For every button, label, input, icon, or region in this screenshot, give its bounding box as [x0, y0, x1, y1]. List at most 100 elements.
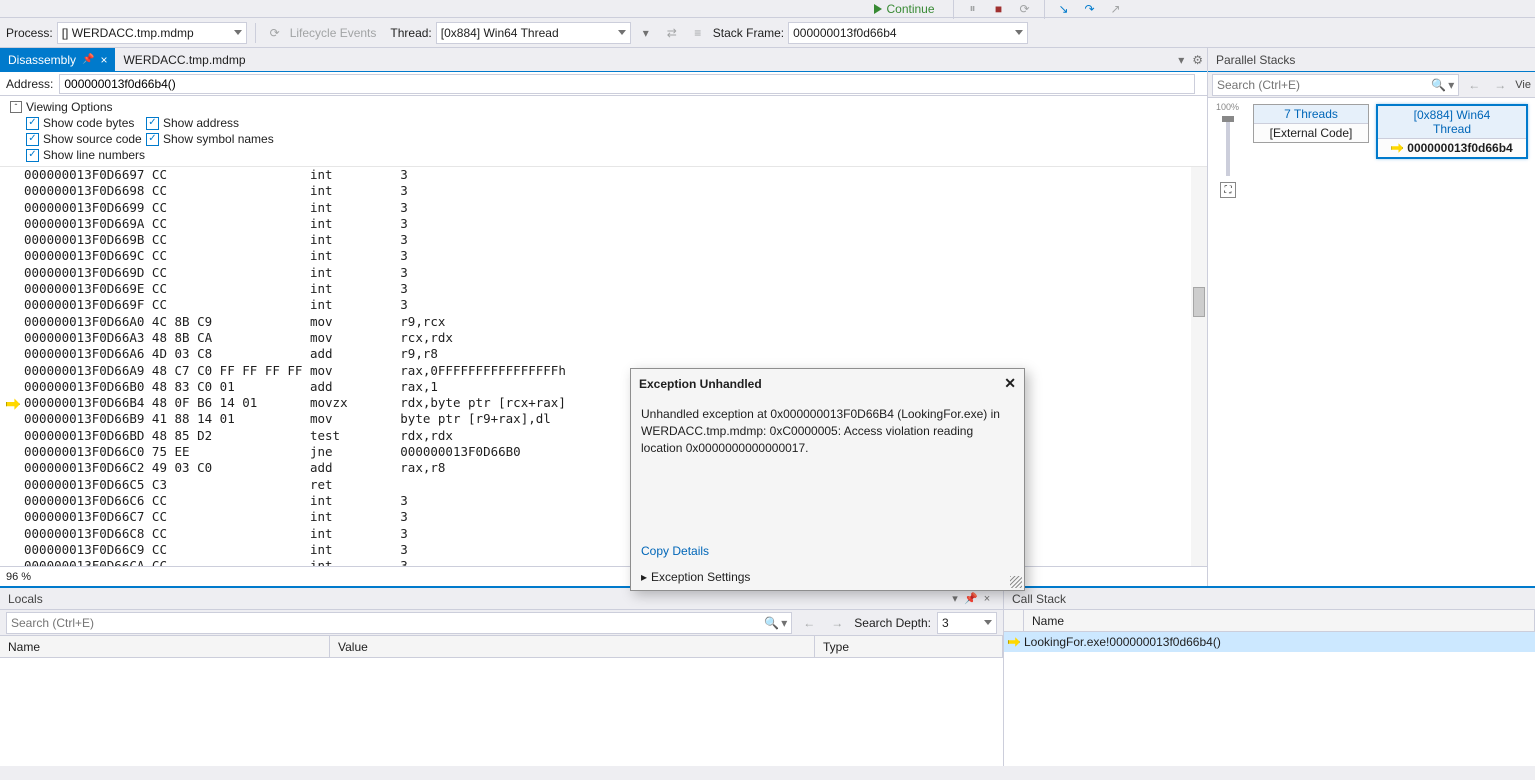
search-field[interactable]: [11, 616, 764, 630]
document-tabs: Disassembly 📌 × WERDACC.tmp.mdmp ▾ ⚙: [0, 48, 1207, 72]
scrollbar[interactable]: [1191, 167, 1207, 566]
checkbox-icon[interactable]: [26, 149, 39, 162]
step-over-button[interactable]: ↷: [1079, 0, 1101, 20]
tab-dump[interactable]: WERDACC.tmp.mdmp: [115, 48, 253, 71]
pin-icon[interactable]: 📌: [82, 54, 94, 65]
disasm-line[interactable]: 000000013F0D669C CC int 3: [0, 248, 1191, 264]
stack-node-header: [0x884] Win64 Thread: [1378, 106, 1526, 139]
disasm-line[interactable]: 000000013F0D669B CC int 3: [0, 232, 1191, 248]
stack-node-current[interactable]: [0x884] Win64 Thread 000000013f0d66b4: [1376, 104, 1528, 159]
thread-label: Thread:: [390, 26, 431, 40]
thread-value: [0x884] Win64 Thread: [441, 26, 614, 40]
disasm-line[interactable]: 000000013F0D669F CC int 3: [0, 297, 1191, 313]
col-value[interactable]: Value: [330, 636, 815, 657]
stop-debug-button[interactable]: ■: [988, 0, 1010, 20]
parallel-stacks-canvas[interactable]: 100% ⛶ 7 Threads [External Code] [0x884]…: [1208, 98, 1535, 586]
tab-label: Disassembly: [8, 53, 76, 67]
stackframe-combo[interactable]: 000000013f0d66b4: [788, 22, 1028, 44]
chevron-down-icon[interactable]: [618, 30, 626, 35]
zoom-slider[interactable]: 100% ⛶: [1216, 102, 1240, 252]
play-icon: [874, 4, 882, 14]
close-icon[interactable]: ×: [979, 593, 995, 605]
toggle-thread-icon: ⇄: [661, 22, 683, 44]
disasm-line[interactable]: 000000013F0D6698 CC int 3: [0, 183, 1191, 199]
disasm-line[interactable]: 000000013F0D669D CC int 3: [0, 265, 1191, 281]
nav-back-button[interactable]: ←: [798, 612, 820, 634]
viewing-options-title: Viewing Options: [26, 100, 113, 114]
callstack-row[interactable]: LookingFor.exe!000000013f0d66b4(): [1004, 632, 1535, 652]
col-name[interactable]: Name: [0, 636, 330, 657]
exception-title: Exception Unhandled: [639, 377, 762, 391]
resize-grip[interactable]: [1010, 576, 1022, 588]
checkbox-icon[interactable]: [146, 133, 159, 146]
thread-combo[interactable]: [0x884] Win64 Thread: [436, 22, 631, 44]
checkbox-icon[interactable]: [26, 117, 39, 130]
search-icon[interactable]: 🔍: [1431, 78, 1446, 92]
parallel-search-input[interactable]: 🔍▾: [1212, 74, 1459, 96]
address-bar: Address:: [0, 72, 1207, 96]
step-out-button: ↗: [1105, 0, 1127, 20]
search-icon[interactable]: 🔍: [764, 616, 779, 630]
opt-symbol[interactable]: Show symbol names: [146, 132, 1197, 146]
window-menu-icon[interactable]: ▾: [947, 592, 963, 605]
col-name[interactable]: Name: [1024, 610, 1535, 631]
col-type[interactable]: Type: [815, 636, 1003, 657]
scroll-thumb[interactable]: [1193, 287, 1205, 317]
checkbox-icon[interactable]: [146, 117, 159, 130]
zoom-value: 96 %: [6, 571, 31, 583]
chevron-down-icon[interactable]: [1015, 30, 1023, 35]
locals-body[interactable]: [0, 658, 1003, 766]
copy-details-link[interactable]: Copy Details: [631, 538, 1024, 564]
bottom-panels: Locals ▾ 📌 × 🔍▾ ← → Search Depth: 3 Name…: [0, 586, 1535, 766]
tab-overflow-button[interactable]: ▾: [1174, 53, 1188, 67]
opt-source[interactable]: Show source code: [26, 132, 146, 146]
nav-fwd-button[interactable]: →: [1489, 74, 1511, 96]
pin-icon[interactable]: 📌: [963, 592, 979, 605]
disasm-line[interactable]: 000000013F0D6697 CC int 3: [0, 167, 1191, 183]
disasm-line[interactable]: 000000013F0D669E CC int 3: [0, 281, 1191, 297]
callstack-title: Call Stack: [1012, 592, 1066, 606]
close-icon[interactable]: ×: [100, 53, 107, 67]
gear-icon[interactable]: ⚙: [1188, 53, 1207, 67]
locals-search-input[interactable]: 🔍▾: [6, 612, 792, 634]
disasm-line[interactable]: 000000013F0D669A CC int 3: [0, 216, 1191, 232]
zoom-combo[interactable]: 96 %: [0, 566, 1207, 586]
exception-settings-expander[interactable]: ▸ Exception Settings: [631, 564, 1024, 590]
fit-icon[interactable]: ⛶: [1220, 182, 1236, 198]
tab-disassembly[interactable]: Disassembly 📌 ×: [0, 48, 115, 71]
nav-back-button[interactable]: ←: [1463, 74, 1485, 96]
search-depth-combo[interactable]: 3: [937, 612, 997, 634]
flag-filter-icon[interactable]: ▾: [635, 22, 657, 44]
address-input[interactable]: [59, 74, 1195, 94]
chevron-down-icon[interactable]: [984, 620, 992, 625]
address-label: Address:: [6, 77, 53, 91]
chevron-up-icon: ˆ: [10, 101, 22, 113]
search-field[interactable]: [1217, 78, 1431, 92]
tab-label: WERDACC.tmp.mdmp: [123, 53, 245, 67]
nav-fwd-button[interactable]: →: [826, 612, 848, 634]
callstack-body[interactable]: LookingFor.exe!000000013f0d66b4(): [1004, 632, 1535, 766]
process-combo[interactable]: [] WERDACC.tmp.mdmp: [57, 22, 247, 44]
chevron-down-icon[interactable]: [234, 30, 242, 35]
disasm-line[interactable]: 000000013F0D66A0 4C 8B C9 mov r9,rcx: [0, 314, 1191, 330]
close-icon[interactable]: ✕: [1004, 375, 1016, 392]
viewing-options-toggle[interactable]: ˆ Viewing Options: [10, 100, 1197, 114]
disassembly-pane: Disassembly 📌 × WERDACC.tmp.mdmp ▾ ⚙ Add…: [0, 48, 1208, 586]
disasm-line[interactable]: 000000013F0D66A3 48 8B CA mov rcx,rdx: [0, 330, 1191, 346]
locals-title: Locals: [8, 592, 43, 606]
exception-message: Unhandled exception at 0x000000013F0D66B…: [631, 398, 1024, 538]
opt-code-bytes[interactable]: Show code bytes: [26, 116, 146, 130]
checkbox-icon[interactable]: [26, 133, 39, 146]
disassembly-listing[interactable]: 000000013F0D6697 CC int 3000000013F0D669…: [0, 167, 1207, 566]
stack-node-threads[interactable]: 7 Threads [External Code]: [1253, 104, 1369, 143]
disasm-line[interactable]: 000000013F0D6699 CC int 3: [0, 200, 1191, 216]
locals-columns: Name Value Type: [0, 636, 1003, 658]
step-into-button[interactable]: ↘: [1053, 0, 1075, 20]
continue-label: Continue: [886, 2, 934, 16]
disasm-line[interactable]: 000000013F0D66A6 4D 03 C8 add r9,r8: [0, 346, 1191, 362]
locals-pane: Locals ▾ 📌 × 🔍▾ ← → Search Depth: 3 Name…: [0, 588, 1004, 766]
opt-address[interactable]: Show address: [146, 116, 1197, 130]
opt-lines[interactable]: Show line numbers: [26, 148, 146, 162]
continue-button[interactable]: Continue: [868, 0, 944, 20]
slider-thumb[interactable]: [1222, 116, 1234, 122]
